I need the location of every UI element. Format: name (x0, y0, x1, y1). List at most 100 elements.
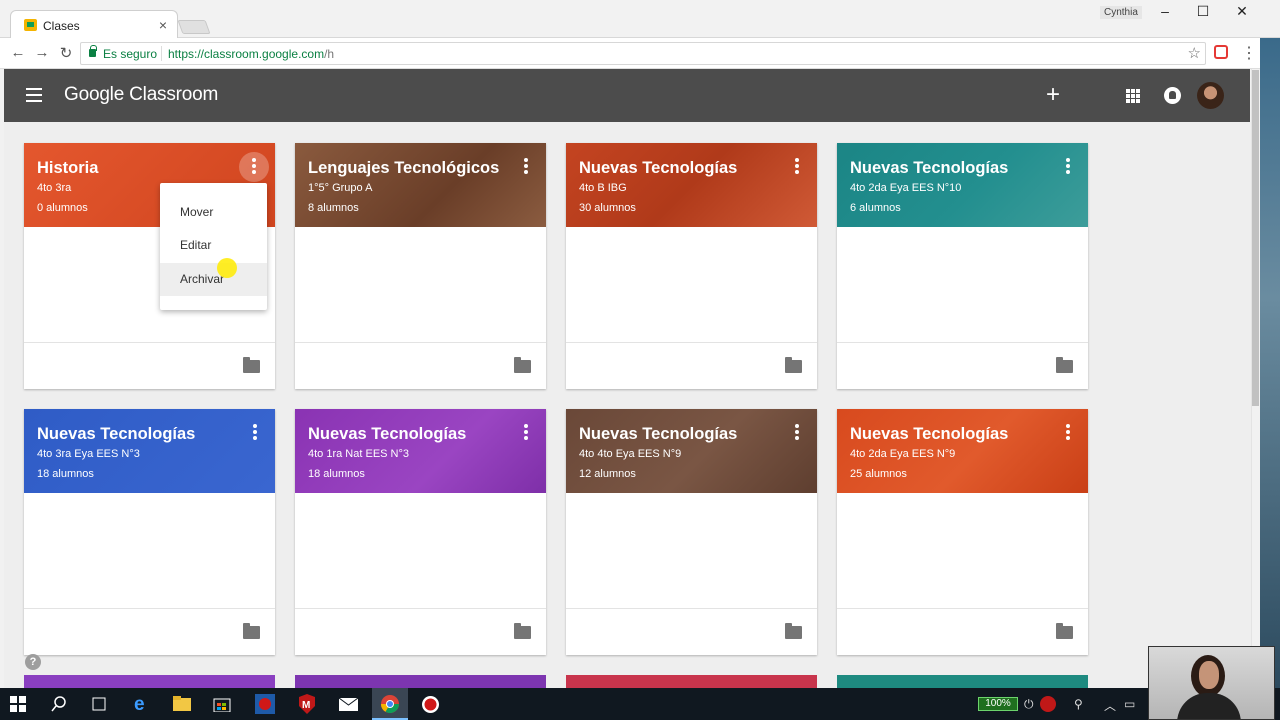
card-title[interactable]: Nuevas Tecnologías (308, 425, 466, 444)
class-card-partial[interactable] (566, 675, 817, 688)
url-tail: /h (324, 47, 335, 61)
mcafee-icon[interactable]: M (298, 694, 316, 714)
battery-tray-icon[interactable]: ▭ (1124, 697, 1135, 711)
svg-text:M: M (302, 700, 310, 711)
page-scrollbar-thumb[interactable] (1252, 70, 1259, 406)
show-hidden-icons-chevron-up-icon[interactable]: ︿ (1104, 697, 1116, 714)
close-window-icon[interactable]: ✕ (1233, 3, 1251, 20)
power-plug-icon[interactable]: ⏻ (1024, 697, 1034, 712)
card-more-icon[interactable] (239, 152, 269, 182)
card-title[interactable]: Nuevas Tecnologías (850, 425, 1008, 444)
cursor-highlight (217, 258, 237, 278)
card-section: 4to 4to Eya EES N°9 (579, 448, 682, 460)
help-icon[interactable]: ? (25, 654, 41, 670)
tab-close-icon[interactable]: × (159, 17, 167, 33)
hamburger-menu-icon[interactable] (26, 88, 42, 102)
url-text[interactable]: https://classroom.google.com/h (168, 47, 334, 61)
browser-tab[interactable]: Clases × (10, 10, 178, 39)
card-header[interactable]: Lenguajes Tecnológicos 1°5° Grupo A 8 al… (295, 143, 546, 227)
card-more-icon[interactable] (1060, 158, 1076, 176)
card-more-icon[interactable] (518, 424, 534, 442)
file-explorer-icon[interactable] (173, 696, 191, 711)
new-tab-button[interactable] (177, 20, 211, 34)
card-section: 4to 3ra Eya EES N°3 (37, 448, 140, 460)
address-bar[interactable]: Es seguro https://classroom.google.com/h… (80, 42, 1206, 65)
search-icon[interactable] (51, 696, 67, 712)
recorder-icon[interactable] (421, 695, 440, 714)
folder-icon[interactable] (514, 623, 531, 639)
apps-grid-icon[interactable] (1126, 89, 1140, 103)
card-header[interactable]: Nuevas Tecnologías 4to 4to Eya EES N°9 1… (566, 409, 817, 493)
card-title[interactable]: Nuevas Tecnologías (579, 425, 737, 444)
class-card-partial[interactable] (295, 675, 546, 688)
browser-menu-icon[interactable]: ⋮ (1241, 43, 1257, 63)
folder-icon[interactable] (785, 623, 802, 639)
store-icon[interactable] (213, 695, 231, 712)
class-card[interactable]: Nuevas Tecnologías 4to B IBG 30 alumnos (566, 143, 817, 389)
reload-icon[interactable]: ↻ (57, 44, 75, 62)
card-header[interactable]: Nuevas Tecnologías 4to 2da Eya EES N°10 … (837, 143, 1088, 227)
minimize-icon[interactable]: – (1156, 3, 1174, 19)
folder-icon[interactable] (243, 623, 260, 639)
card-header[interactable]: Nuevas Tecnologías 4to 2da Eya EES N°9 2… (837, 409, 1088, 493)
class-card-partial[interactable] (837, 675, 1088, 688)
edge-browser-icon[interactable]: e (132, 694, 150, 712)
card-more-icon[interactable] (1060, 424, 1076, 442)
card-footer (837, 608, 1088, 655)
extension-icon[interactable] (1214, 45, 1228, 59)
card-header[interactable]: Nuevas Tecnologías 4to 1ra Nat EES N°3 1… (295, 409, 546, 493)
task-view-icon[interactable] (90, 697, 108, 711)
card-title[interactable]: Historia (37, 159, 98, 178)
forward-icon[interactable]: → (33, 44, 51, 61)
antivirus-tray-icon[interactable] (1040, 696, 1056, 712)
menu-item-mover[interactable]: Mover (160, 196, 267, 229)
windows-start-icon[interactable] (10, 696, 28, 712)
folder-icon[interactable] (1056, 623, 1073, 639)
folder-icon[interactable] (1056, 357, 1073, 373)
card-more-icon[interactable] (789, 158, 805, 176)
battery-indicator[interactable]: 100% (978, 697, 1018, 711)
card-more-icon[interactable] (247, 424, 263, 442)
card-header[interactable]: Nuevas Tecnologías 4to 3ra Eya EES N°3 1… (24, 409, 275, 493)
app-red-icon[interactable] (255, 694, 275, 714)
folder-icon[interactable] (514, 357, 531, 373)
class-card-partial[interactable] (24, 675, 275, 688)
card-student-count: 25 alumnos (850, 468, 907, 480)
class-card[interactable]: Nuevas Tecnologías 4to 2da Eya EES N°9 2… (837, 409, 1088, 655)
webcam-person-face (1199, 661, 1219, 689)
card-more-icon[interactable] (518, 158, 534, 176)
people-icon[interactable]: ⚲ (1074, 697, 1083, 711)
class-card[interactable]: Nuevas Tecnologías 4to 3ra Eya EES N°3 1… (24, 409, 275, 655)
class-card[interactable]: Nuevas Tecnologías 4to 1ra Nat EES N°3 1… (295, 409, 546, 655)
card-student-count: 6 alumnos (850, 202, 901, 214)
notifications-icon[interactable] (1164, 87, 1181, 104)
menu-item-editar[interactable]: Editar (160, 229, 267, 262)
card-more-icon[interactable] (789, 424, 805, 442)
card-section: 1°5° Grupo A (308, 182, 373, 194)
folder-icon[interactable] (243, 357, 260, 373)
add-class-icon[interactable]: + (1046, 81, 1060, 109)
card-title[interactable]: Nuevas Tecnologías (579, 159, 737, 178)
card-title[interactable]: Nuevas Tecnologías (37, 425, 195, 444)
menu-item-archivar[interactable]: Archivar (160, 263, 267, 296)
card-footer (566, 608, 817, 655)
class-card[interactable]: Nuevas Tecnologías 4to 4to Eya EES N°9 1… (566, 409, 817, 655)
card-title[interactable]: Lenguajes Tecnológicos (308, 159, 499, 178)
maximize-icon[interactable]: ☐ (1194, 3, 1212, 20)
url-separator (161, 46, 162, 61)
folder-icon[interactable] (785, 357, 802, 373)
mail-icon[interactable] (339, 698, 358, 711)
profile-name[interactable]: Cynthia (1100, 6, 1142, 19)
bookmark-star-icon[interactable]: ☆ (1188, 44, 1201, 62)
avatar[interactable] (1197, 82, 1224, 109)
card-title[interactable]: Nuevas Tecnologías (850, 159, 1008, 178)
card-header[interactable]: Nuevas Tecnologías 4to B IBG 30 alumnos (566, 143, 817, 227)
back-icon[interactable]: ← (9, 44, 27, 61)
class-card[interactable]: Lenguajes Tecnológicos 1°5° Grupo A 8 al… (295, 143, 546, 389)
webcam-person-body (1177, 693, 1241, 719)
chrome-icon[interactable] (381, 695, 399, 713)
class-card[interactable]: Nuevas Tecnologías 4to 2da Eya EES N°10 … (837, 143, 1088, 389)
card-section: 4to 1ra Nat EES N°3 (308, 448, 410, 460)
app-brand[interactable]: Google Classroom (64, 84, 218, 106)
card-footer (566, 342, 817, 389)
